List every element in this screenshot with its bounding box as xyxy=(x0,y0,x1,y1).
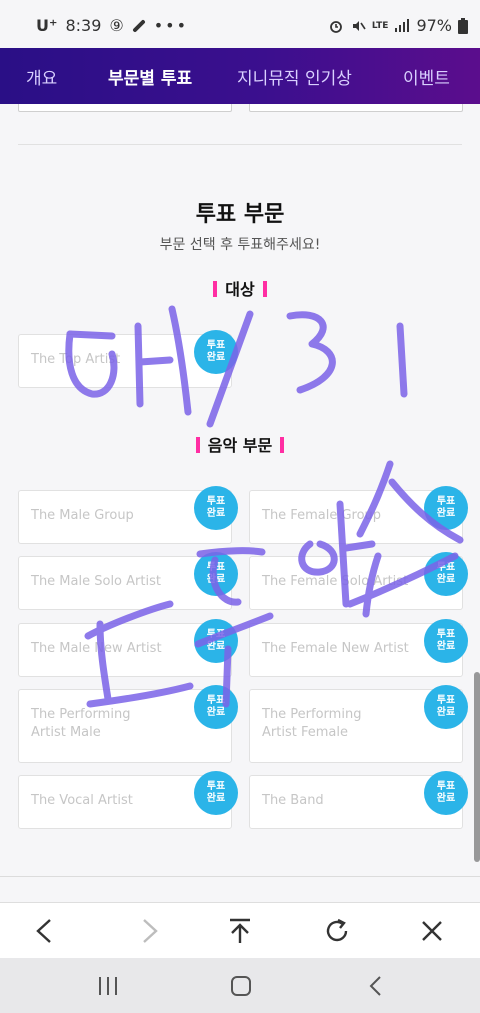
carrier-label: U⁺ xyxy=(36,16,58,35)
alarm-icon xyxy=(328,18,344,34)
status-right: LTE 97% xyxy=(328,16,468,35)
system-back-icon[interactable] xyxy=(362,974,390,998)
section-tab-bar: 개요 부문별 투표 지니뮤직 인기상 이벤트 xyxy=(0,48,480,104)
forward-arrow-icon[interactable] xyxy=(134,916,164,946)
clock: 8:39 xyxy=(65,16,102,35)
handwritten-scribble-overlay xyxy=(65,305,464,708)
more-dots-icon: ••• xyxy=(153,16,189,35)
battery-icon xyxy=(458,17,468,34)
mute-icon xyxy=(350,18,366,34)
home-icon[interactable] xyxy=(227,974,255,998)
vote-content: 투표 부문 부문 선택 후 투표해주세요! 대상 The Top Artist … xyxy=(0,104,480,902)
browser-toolbar xyxy=(0,902,480,958)
pill-icon xyxy=(132,19,146,33)
lte-label: LTE xyxy=(371,20,389,31)
tab-overview[interactable]: 개요 xyxy=(26,64,57,89)
tab-category-vote[interactable]: 부문별 투표 xyxy=(108,64,192,89)
close-icon[interactable] xyxy=(417,916,447,946)
status-bar: U⁺ 8:39 ⑨ ••• LTE 97% xyxy=(0,0,480,48)
recents-icon[interactable] xyxy=(94,974,122,998)
status-left: U⁺ 8:39 ⑨ ••• xyxy=(36,16,188,35)
tab-event[interactable]: 이벤트 xyxy=(403,64,450,89)
notification-badge-icon: ⑨ xyxy=(109,16,124,35)
tab-genie-music-popularity[interactable]: 지니뮤직 인기상 xyxy=(237,64,352,89)
refresh-icon[interactable] xyxy=(322,916,352,946)
signal-icon xyxy=(394,18,410,33)
scrollbar-thumb[interactable] xyxy=(474,672,480,862)
system-navigation-bar xyxy=(0,958,480,1013)
back-arrow-icon[interactable] xyxy=(30,916,60,946)
scroll-top-icon[interactable] xyxy=(225,916,255,946)
battery-label: 97% xyxy=(416,16,452,35)
